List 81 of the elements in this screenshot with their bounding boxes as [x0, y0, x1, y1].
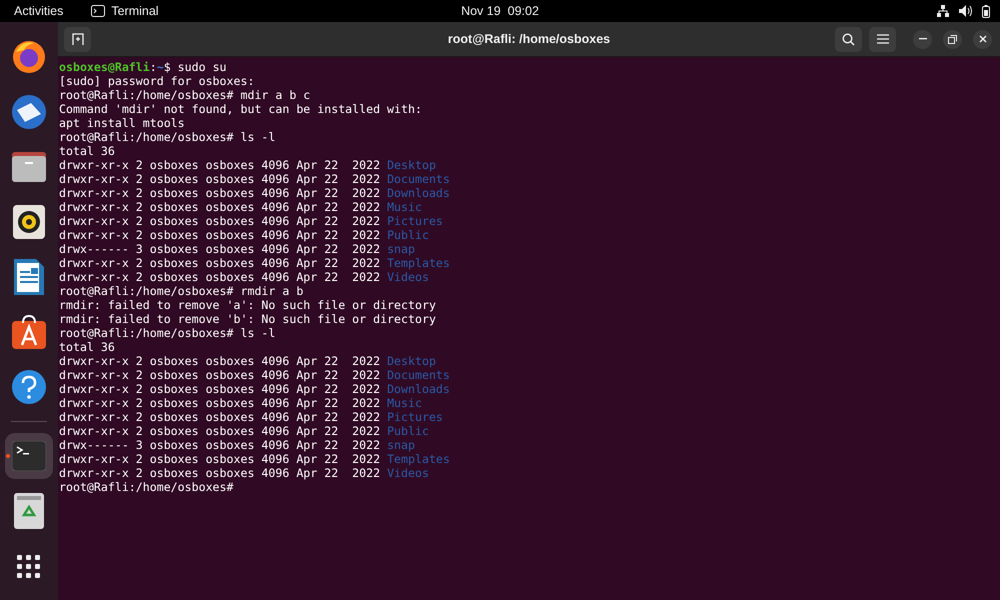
window-title: root@Rafli: /home/osboxes [448, 32, 610, 46]
search-button[interactable] [835, 26, 862, 52]
listing-details: drwxr-xr-x 2 osboxes osboxes 4096 Apr 22 2022 [59, 396, 380, 410]
output-text: Command 'mdir' not found, but can be installed with: [59, 102, 422, 116]
output-text: root@Rafli:/home/osboxes# ls -l [59, 130, 276, 144]
shopping-bag-icon [12, 315, 46, 349]
clock[interactable]: Nov 19 09:02 [461, 4, 539, 18]
speaker-icon [13, 205, 45, 239]
terminal-output[interactable] [58, 57, 1000, 600]
listing-details: drwxr-xr-x 2 osboxes osboxes 4096 Apr 22 2022 [59, 200, 380, 214]
directory-name: Videos [387, 270, 429, 284]
listing-details: drwxr-xr-x 2 osboxes osboxes 4096 Apr 22 2022 [59, 466, 380, 480]
listing-details: drwxr-xr-x 2 osboxes osboxes 4096 Apr 22 2022 [59, 158, 380, 172]
activities-button[interactable]: Activities [14, 4, 64, 18]
listing-details: drwxr-xr-x 2 osboxes osboxes 4096 Apr 22 2022 [59, 452, 380, 466]
output-text: rmdir: failed to remove 'b': No such file or directory [59, 312, 436, 326]
prompt-separator: : [150, 60, 157, 74]
menu-icon [876, 34, 888, 44]
directory-name: Desktop [387, 158, 436, 172]
directory-name: Desktop [387, 354, 436, 368]
command-text: $ sudo su [164, 60, 227, 74]
directory-name: Videos [387, 466, 429, 480]
battery-icon [982, 4, 990, 18]
recycle-bin-icon [14, 493, 44, 529]
listing-details: drwx------ 3 osboxes osboxes 4096 Apr 22 2022 [59, 242, 380, 256]
app-grid-icon [17, 555, 41, 579]
output-text: root@Rafli:/home/osboxes# rmdir a b [59, 284, 304, 298]
folder-icon [12, 152, 46, 182]
minimize-icon [918, 38, 926, 40]
restore-icon [948, 34, 957, 44]
listing-details: drwxr-xr-x 2 osboxes osboxes 4096 Apr 22 2022 [59, 228, 380, 242]
directory-name: Public [387, 228, 429, 242]
listing-details: drwxr-xr-x 2 osboxes osboxes 4096 Apr 22 2022 [59, 410, 380, 424]
prompt-path: ~ [156, 60, 164, 74]
close-icon [978, 35, 986, 43]
listing-details: drwxr-xr-x 2 osboxes osboxes 4096 Apr 22 2022 [59, 172, 380, 186]
minimize-button[interactable] [913, 30, 932, 48]
directory-name: Documents [387, 368, 450, 382]
output-text: total 36 [59, 340, 115, 354]
terminal-icon [91, 5, 106, 17]
output-text: root@Rafli:/home/osboxes# [59, 480, 234, 494]
output-text: [sudo] password for osboxes: [59, 74, 254, 88]
prompt-user-host: osboxes@Rafli [59, 60, 150, 74]
new-tab-icon [70, 32, 84, 46]
close-button[interactable] [973, 30, 992, 48]
listing-details: drwxr-xr-x 2 osboxes osboxes 4096 Apr 22 2022 [59, 270, 380, 284]
directory-name: Public [387, 424, 429, 438]
directory-name: Downloads [387, 186, 450, 200]
directory-name: snap [387, 242, 415, 256]
listing-details: drwxr-xr-x 2 osboxes osboxes 4096 Apr 22 2022 [59, 368, 380, 382]
listing-details: drwxr-xr-x 2 osboxes osboxes 4096 Apr 22 2022 [59, 256, 380, 270]
directory-name: Pictures [387, 214, 443, 228]
listing-details: drwx------ 3 osboxes osboxes 4096 Apr 22 2022 [59, 438, 380, 452]
terminal-icon [12, 441, 46, 471]
listing-details: drwxr-xr-x 2 osboxes osboxes 4096 Apr 22 2022 [59, 424, 380, 438]
new-tab-button[interactable] [64, 26, 91, 52]
volume-icon [959, 5, 972, 17]
restore-button[interactable] [943, 30, 962, 48]
output-text: root@Rafli:/home/osboxes# ls -l [59, 326, 276, 340]
network-icon [937, 5, 949, 17]
search-icon [842, 32, 855, 46]
listing-details: drwxr-xr-x 2 osboxes osboxes 4096 Apr 22 2022 [59, 382, 380, 396]
menu-button[interactable] [869, 26, 896, 52]
listing-details: drwxr-xr-x 2 osboxes osboxes 4096 Apr 22 2022 [59, 354, 380, 368]
document-icon [14, 259, 44, 295]
output-text: root@Rafli:/home/osboxes# mdir a b c [59, 88, 310, 102]
help-icon [11, 369, 47, 405]
directory-name: Pictures [387, 410, 443, 424]
app-menu[interactable]: Terminal [111, 4, 159, 18]
directory-name: Music [387, 396, 422, 410]
directory-name: Downloads [387, 382, 450, 396]
directory-name: Documents [387, 172, 450, 186]
directory-name: snap [387, 438, 415, 452]
directory-name: Music [387, 200, 422, 214]
output-text: apt install mtools [59, 116, 185, 130]
output-text: total 36 [59, 144, 115, 158]
output-text: rmdir: failed to remove 'a': No such file or directory [59, 298, 436, 312]
listing-details: drwxr-xr-x 2 osboxes osboxes 4096 Apr 22 2022 [59, 186, 380, 200]
directory-name: Templates [387, 452, 450, 466]
directory-name: Templates [387, 256, 450, 270]
listing-details: drwxr-xr-x 2 osboxes osboxes 4096 Apr 22 2022 [59, 214, 380, 228]
